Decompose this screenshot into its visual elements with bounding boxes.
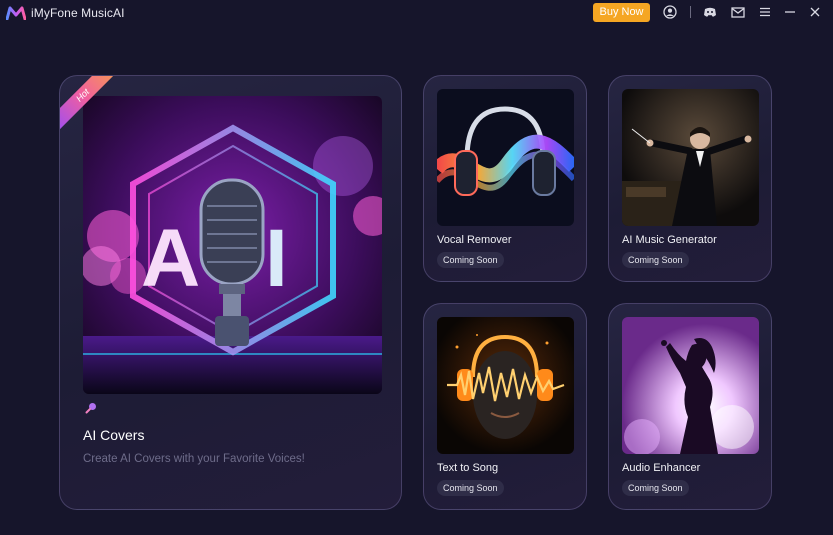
titlebar-divider	[690, 6, 691, 18]
vocal-remover-title: Vocal Remover	[437, 234, 512, 246]
ai-covers-image: A I	[83, 96, 382, 394]
svg-text:I: I	[265, 213, 288, 304]
mail-icon[interactable]	[731, 5, 745, 19]
discord-icon[interactable]	[703, 5, 717, 19]
account-icon[interactable]	[663, 5, 677, 19]
coming-soon-badge: Coming Soon	[437, 252, 504, 268]
menu-icon[interactable]	[758, 5, 772, 19]
text-to-song-image	[437, 317, 574, 454]
ai-music-generator-card[interactable]: AI Music Generator Coming Soon	[608, 75, 772, 282]
close-icon[interactable]	[808, 5, 822, 19]
ai-covers-mic-icon	[85, 403, 96, 414]
ai-music-generator-title: AI Music Generator	[622, 234, 717, 246]
vocal-remover-image	[437, 89, 574, 226]
minimize-icon[interactable]	[783, 5, 797, 19]
hot-badge: Hot	[60, 76, 120, 136]
title-bar: iMyFone MusicAI Buy Now	[0, 0, 833, 26]
coming-soon-badge: Coming Soon	[622, 252, 689, 268]
audio-enhancer-card[interactable]: Audio Enhancer Coming Soon	[608, 303, 772, 510]
svg-text:A: A	[141, 213, 200, 304]
app-title: iMyFone MusicAI	[31, 6, 125, 20]
vocal-remover-card[interactable]: Vocal Remover Coming Soon	[423, 75, 587, 282]
app-logo-icon	[6, 6, 26, 20]
ai-covers-description: Create AI Covers with your Favorite Voic…	[83, 453, 305, 465]
ai-covers-card[interactable]: A I Hot AI Covers Create AI Covers with …	[59, 75, 402, 510]
text-to-song-title: Text to Song	[437, 462, 499, 474]
audio-enhancer-image	[622, 317, 759, 454]
coming-soon-badge: Coming Soon	[437, 480, 504, 496]
coming-soon-badge: Coming Soon	[622, 480, 689, 496]
text-to-song-card[interactable]: Text to Song Coming Soon	[423, 303, 587, 510]
buy-now-button[interactable]: Buy Now	[593, 3, 650, 22]
audio-enhancer-title: Audio Enhancer	[622, 462, 701, 474]
ai-covers-title: AI Covers	[83, 427, 145, 443]
ai-music-generator-image	[622, 89, 759, 226]
